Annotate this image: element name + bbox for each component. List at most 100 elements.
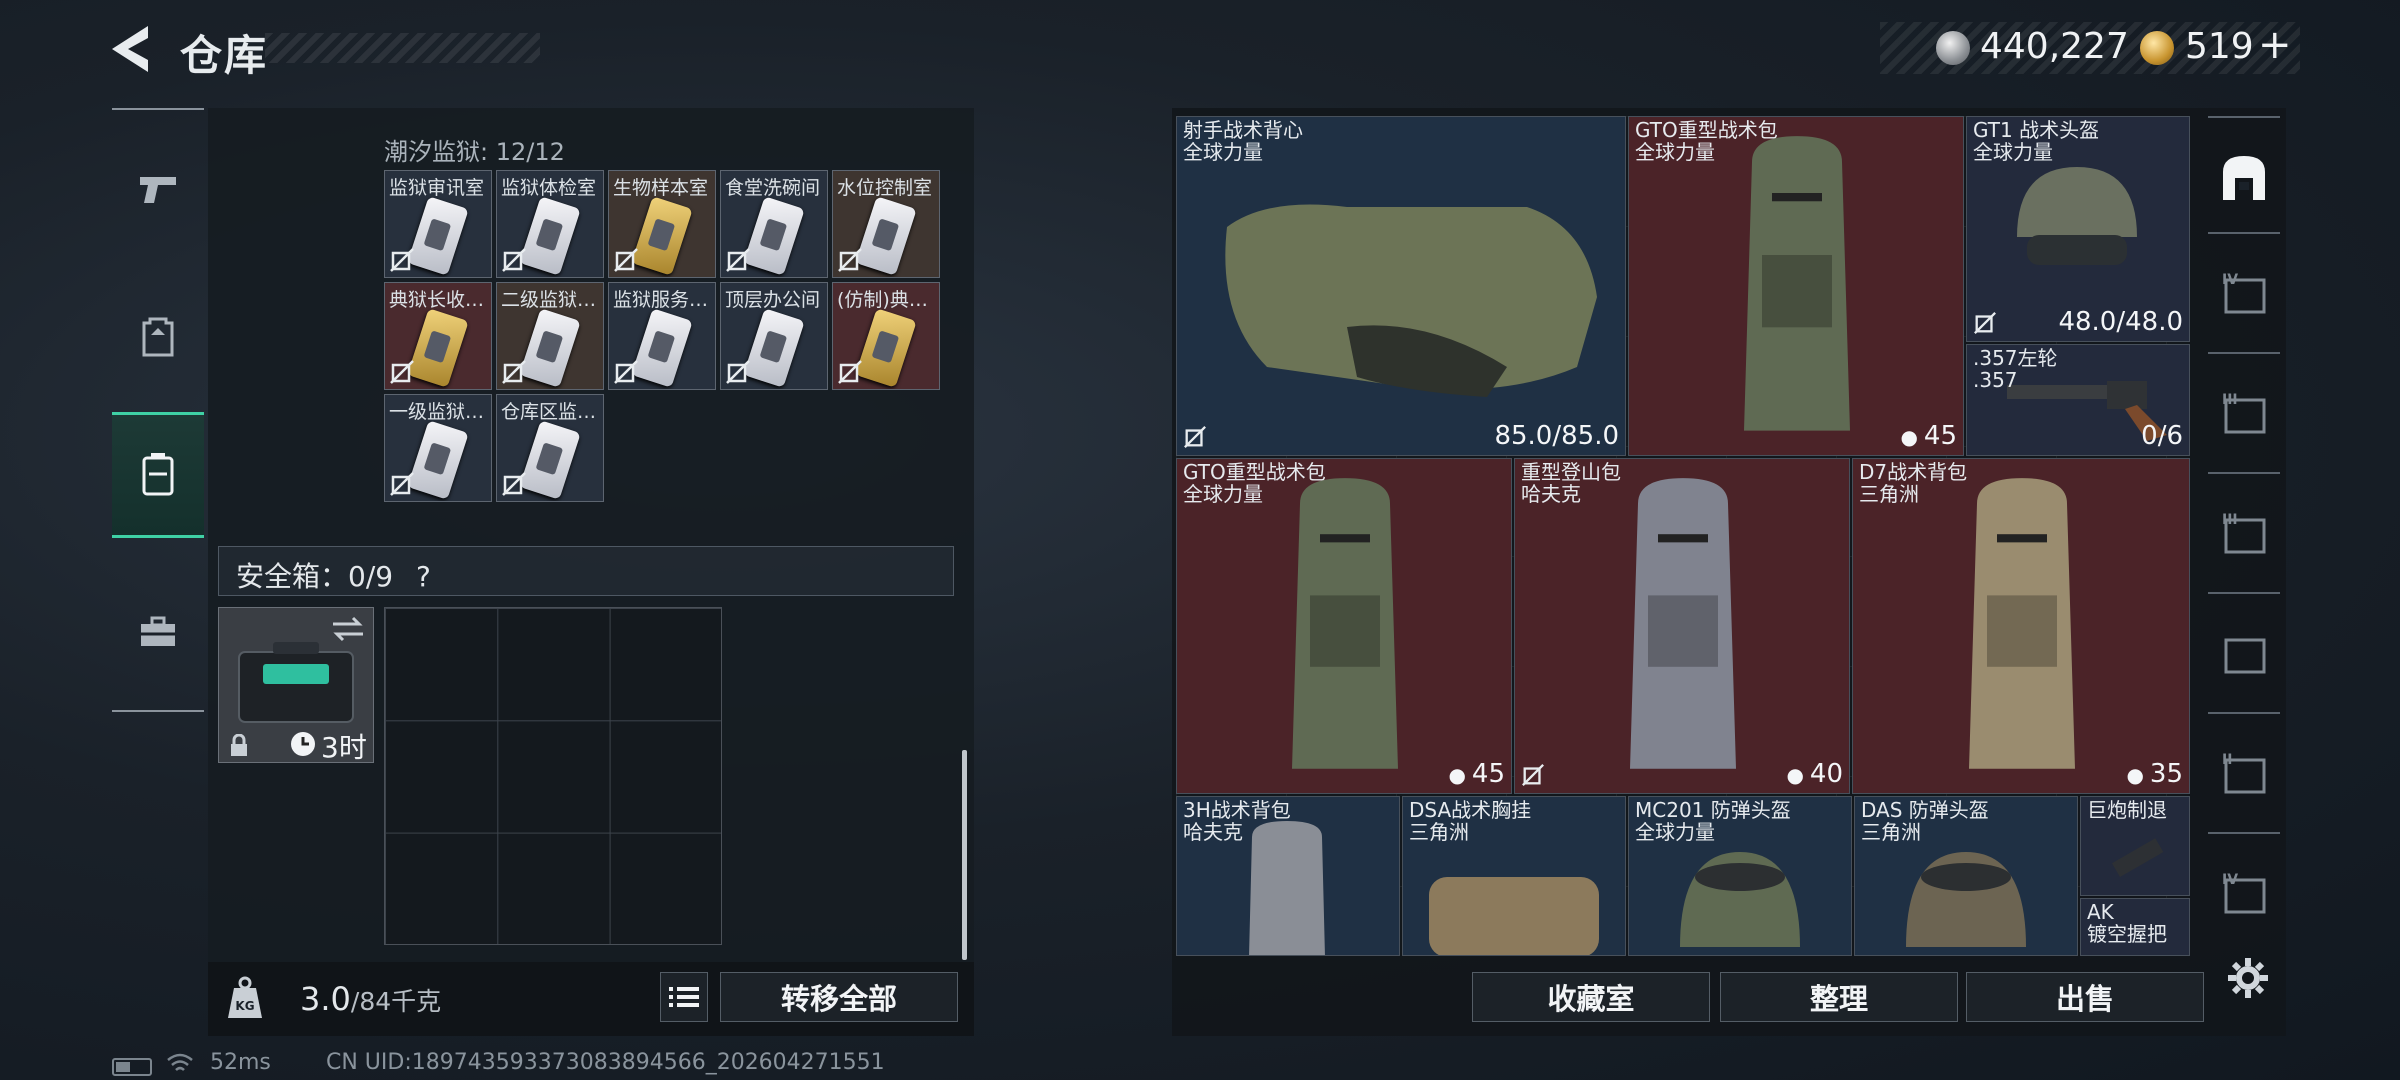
key-card-slot[interactable]: 监狱服务… <box>608 282 716 390</box>
item-value-text: 85.0/85.0 <box>1494 421 1619 451</box>
item-subtitle: .357 <box>1973 368 2018 392</box>
rnav-storage-tab[interactable]: III <box>2212 382 2276 446</box>
item-title: 重型登山包 <box>1521 460 1621 484</box>
item-name: 3H战术背包 哈夫克 <box>1183 799 1291 843</box>
item-name: .357左轮 .357 <box>1973 347 2058 391</box>
key-card-slot[interactable]: (仿制)典… <box>832 282 940 390</box>
nav-toolbox[interactable] <box>112 572 204 692</box>
storage-item[interactable]: MC201 防弹头盔 全球力量 <box>1628 796 1852 956</box>
inventory-scrollbar[interactable] <box>962 750 967 960</box>
storage-item[interactable]: D7战术背包 三角洲 ● 35 <box>1852 458 2190 794</box>
add-currency-button[interactable]: + <box>2258 22 2292 68</box>
svg-text:II: II <box>2222 752 2232 768</box>
rnav-storage-tab[interactable] <box>2212 622 2276 686</box>
back-arrow-icon[interactable] <box>108 22 154 76</box>
key-card-image <box>743 308 805 388</box>
safe-box-item[interactable]: 3时 <box>218 607 374 764</box>
capacity-icon: ● <box>1900 425 1918 449</box>
no-transfer-icon <box>502 472 526 496</box>
item-value: ● 35 <box>2126 759 2183 789</box>
key-card-label: 水位控制室 <box>837 177 933 199</box>
item-subtitle: 全球力量 <box>1635 140 1715 164</box>
backpack-image <box>1292 478 1398 769</box>
gold-balance: 519 <box>2185 26 2254 67</box>
key-card-label: 典狱长收… <box>389 289 485 311</box>
transfer-all-button[interactable]: 转移全部 <box>720 972 958 1022</box>
item-title: DAS 防弹头盔 <box>1861 798 1989 822</box>
safe-box-grid[interactable] <box>384 607 722 945</box>
item-name: D7战术背包 三角洲 <box>1859 461 1967 505</box>
rnav-storage-tab[interactable]: III <box>2212 502 2276 566</box>
sell-button[interactable]: 出售 <box>1966 972 2204 1022</box>
storage-item[interactable]: GT1 战术头盔 全球力量 48.0/48.0 <box>1966 116 2190 342</box>
swap-icon[interactable] <box>331 616 365 642</box>
storage-item[interactable]: 射手战术背心 全球力量 85.0/85.0 <box>1176 116 1626 456</box>
item-name: 巨炮制退 <box>2087 799 2167 821</box>
list-view-button[interactable] <box>660 972 708 1022</box>
battery-level <box>116 1062 130 1072</box>
no-transfer-icon <box>390 472 414 496</box>
clock-icon <box>291 732 315 756</box>
key-card-slot[interactable]: 典狱长收… <box>384 282 492 390</box>
collection-button[interactable]: 收藏室 <box>1472 972 1710 1022</box>
key-card-label: 生物样本室 <box>613 177 709 199</box>
item-title: 3H战术背包 <box>1183 798 1291 822</box>
key-card-slot[interactable]: 生物样本室 <box>608 170 716 278</box>
key-card-slot[interactable]: 顶层办公间 <box>720 282 828 390</box>
item-name: GTO重型战术包 全球力量 <box>1635 119 1778 163</box>
rnav-storage-tab[interactable]: II <box>2212 742 2276 806</box>
nav-warehouse[interactable] <box>112 412 204 538</box>
no-transfer-icon <box>502 360 526 384</box>
key-card-image <box>519 420 581 500</box>
key-card-image <box>855 196 917 276</box>
key-card-slot[interactable]: 监狱审讯室 <box>384 170 492 278</box>
item-title: D7战术背包 <box>1859 460 1968 484</box>
storage-item[interactable]: 重型登山包 哈夫克 ● 40 <box>1514 458 1850 794</box>
storage-item[interactable]: 巨炮制退 <box>2080 796 2190 896</box>
item-name: 射手战术背心 全球力量 <box>1183 119 1303 163</box>
silver-balance: 440,227 <box>1980 26 2129 67</box>
storage-item[interactable]: GTO重型战术包 全球力量 ● 45 <box>1176 458 1512 794</box>
list-icon <box>669 987 699 1007</box>
helmet-image <box>1680 852 1800 947</box>
item-title: .357左轮 <box>1973 346 2058 370</box>
item-subtitle: 全球力量 <box>1973 140 2053 164</box>
key-card-image <box>631 308 693 388</box>
nav-weapon[interactable] <box>112 130 204 250</box>
rnav-divider <box>2208 592 2280 594</box>
no-transfer-icon <box>614 248 638 272</box>
key-card-label: 监狱审讯室 <box>389 177 485 199</box>
rnav-home[interactable] <box>2212 145 2276 209</box>
currency-bar: 440,227 519 + <box>1880 22 2300 74</box>
help-icon[interactable]: ? <box>416 560 431 593</box>
storage-tab-icon: III <box>2222 512 2266 554</box>
storage-item[interactable]: AK 镀空握把 <box>2080 898 2190 956</box>
storage-item[interactable]: GTO重型战术包 全球力量 ● 45 <box>1628 116 1964 456</box>
key-card-slot[interactable]: 监狱体检室 <box>496 170 604 278</box>
storage-item[interactable]: DAS 防弹头盔 三角洲 <box>1854 796 2078 956</box>
storage-item[interactable]: .357左轮 .357 0/6 <box>1966 344 2190 456</box>
storage-item[interactable]: DSA战术胸挂 三角洲 <box>1402 796 1626 956</box>
rnav-divider <box>2208 232 2280 234</box>
item-title: GTO重型战术包 <box>1183 460 1326 484</box>
settings-gear-icon[interactable] <box>2226 956 2270 1000</box>
key-card-slot[interactable]: 一级监狱… <box>384 394 492 502</box>
key-card-slot[interactable]: 仓库区监… <box>496 394 604 502</box>
storage-home-icon <box>2223 156 2265 200</box>
rnav-storage-tab[interactable]: IV <box>2212 862 2276 926</box>
no-transfer-icon <box>838 360 862 384</box>
storage-item[interactable]: 3H战术背包 哈夫克 <box>1176 796 1400 956</box>
key-card-label: (仿制)典… <box>837 289 928 311</box>
key-card-slot[interactable]: 二级监狱… <box>496 282 604 390</box>
item-value: 85.0/85.0 <box>1494 421 1619 451</box>
uid-readout: CN UID:18974359337308389456​6_2026042715… <box>326 1050 885 1075</box>
key-card-slot[interactable]: 食堂洗碗间 <box>720 170 828 278</box>
key-card-label: 食堂洗碗间 <box>725 177 821 199</box>
key-card-image <box>519 308 581 388</box>
organize-button[interactable]: 整理 <box>1720 972 1958 1022</box>
item-subtitle: 全球力量 <box>1635 820 1715 844</box>
nav-equipment[interactable] <box>112 276 204 396</box>
rnav-storage-tab[interactable]: IV <box>2212 262 2276 326</box>
key-card-slot[interactable]: 水位控制室 <box>832 170 940 278</box>
silver-coin-icon <box>1936 31 1970 65</box>
